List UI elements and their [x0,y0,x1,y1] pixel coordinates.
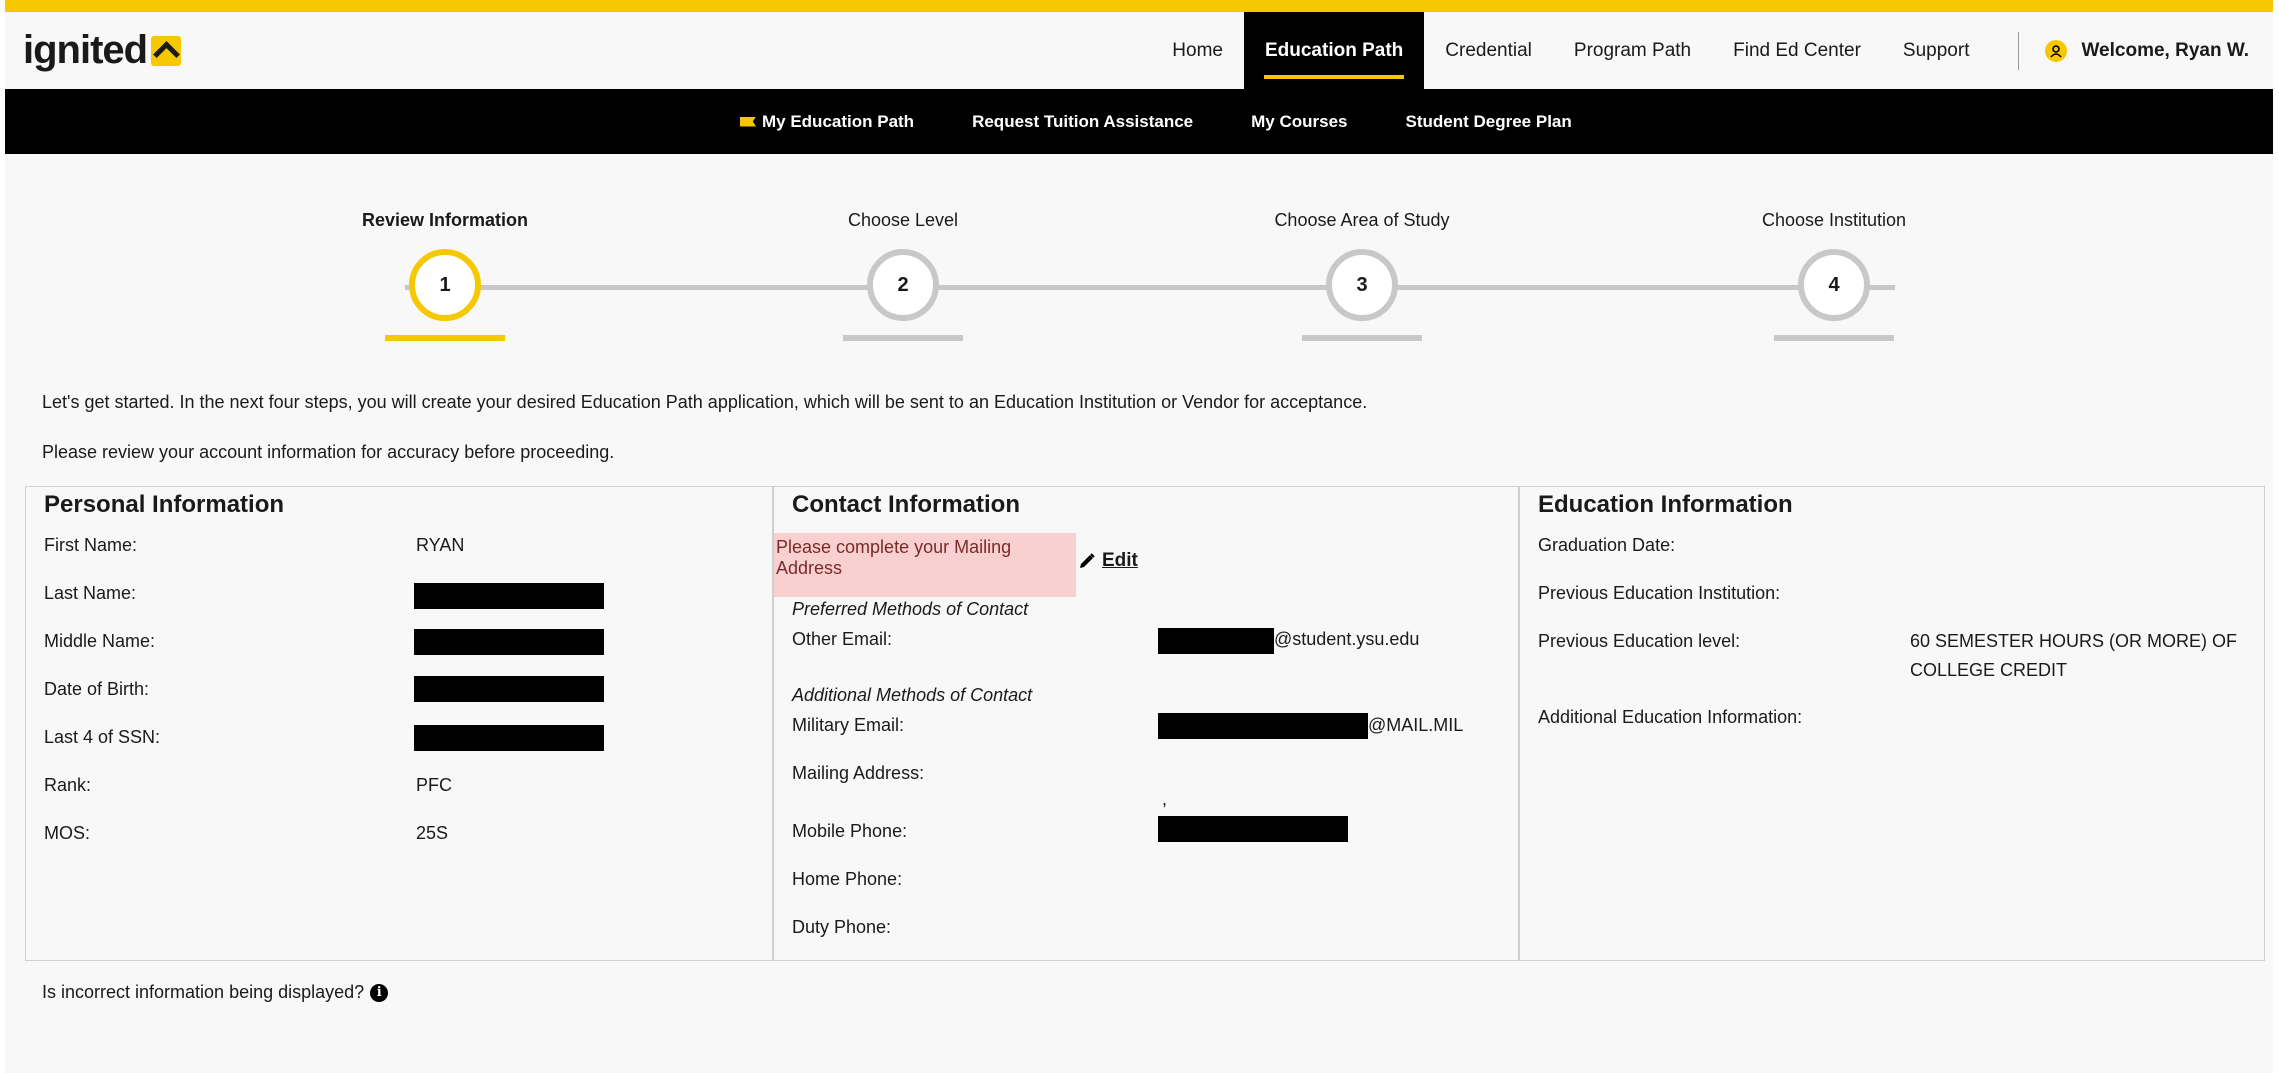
nav-program-path[interactable]: Program Path [1553,12,1712,89]
graduation-date-label: Graduation Date: [1538,535,1676,555]
redacted-other-email [1158,628,1274,654]
step-2[interactable]: Choose Level 2 [823,205,983,341]
mailing-address-warning: Please complete your Mailing Address [774,533,1076,597]
subnav-my-courses[interactable]: My Courses [1251,112,1347,132]
redacted-dob [414,676,604,702]
mos-value: 25S [416,823,449,843]
mos-label: MOS: [44,823,91,843]
other-email-domain: @student.ysu.edu [1274,629,1420,649]
nav-home[interactable]: Home [1151,12,1244,89]
page-frame: ignited Home Education Path Credential P… [5,0,2273,1073]
step-label: Choose Institution [1761,210,1907,230]
prev-level-label: Previous Education level: [1538,631,1741,651]
education-title: Education Information [1538,491,1793,518]
step-underline [843,335,963,341]
step-3[interactable]: Choose Area of Study 3 [1274,205,1450,341]
step-label: Choose Area of Study [1274,210,1450,230]
step-circle: 1 [409,249,481,321]
redacted-middle-name [414,629,604,655]
first-name-value: RYAN [416,535,465,555]
middle-name-label: Middle Name: [44,631,156,651]
nav-support[interactable]: Support [1882,12,1991,89]
redacted-mobile-phone [1158,816,1348,842]
edit-button[interactable]: Edit [1078,550,1138,572]
main-nav: Home Education Path Credential Program P… [1151,12,2273,89]
intro-text: Let's get started. In the next four step… [42,392,1368,412]
logo-text: ignited [23,28,148,72]
info-icon[interactable]: i [370,983,389,1002]
redacted-military-email [1158,713,1368,739]
nav-find-ed-center[interactable]: Find Ed Center [1712,12,1882,89]
redacted-ssn [414,725,604,751]
education-panel: Education Information Graduation Date: P… [1520,487,2264,960]
personal-title: Personal Information [44,491,285,518]
mailing-address-label: Mailing Address: [792,763,925,783]
flag-icon [740,116,756,127]
dob-label: Date of Birth: [44,679,150,699]
first-name-label: First Name: [44,535,138,555]
subnav-student-degree-plan[interactable]: Student Degree Plan [1406,112,1572,132]
nav-education-path[interactable]: Education Path [1243,12,1425,89]
prev-level-value-line2: COLLEGE CREDIT [1910,660,2068,680]
step-circle: 2 [867,249,939,321]
step-label: Review Information [361,210,529,230]
welcome-text: Welcome, Ryan W. [2081,39,2249,61]
subnav-label: My Education Path [762,111,915,131]
step-underline [1774,335,1894,341]
review-instruction: Please review your account information f… [42,442,615,462]
pencil-icon [1080,553,1095,568]
last-name-label: Last Name: [44,583,137,603]
additional-methods-heading: Additional Methods of Contact [792,685,1033,705]
contact-title: Contact Information [792,491,1020,518]
edit-label: Edit [1102,550,1138,571]
logo-mark-icon [151,35,182,66]
step-circle: 4 [1798,249,1870,321]
top-accent-bar [5,0,2273,12]
rank-value: PFC [416,775,452,795]
preferred-methods-heading: Preferred Methods of Contact [792,599,1029,619]
step-underline [385,335,505,341]
rank-label: Rank: [44,775,92,795]
incorrect-info-text: Is incorrect information being displayed… [42,982,365,1002]
military-email-domain: @MAIL.MIL [1368,715,1464,735]
step-underline [1302,335,1422,341]
step-1[interactable]: Review Information 1 [362,205,528,341]
incorrect-info-question: Is incorrect information being displayed… [42,982,389,1003]
contact-panel: Contact Information Please complete your… [774,487,1520,960]
duty-phone-label: Duty Phone: [792,917,892,937]
prev-institution-label: Previous Education Institution: [1538,583,1781,603]
logo[interactable]: ignited [23,28,182,73]
mobile-phone-label: Mobile Phone: [792,821,908,841]
prev-level-value-line1: 60 SEMESTER HOURS (OR MORE) OF [1910,631,2238,651]
step-label: Choose Level [847,210,959,230]
home-phone-label: Home Phone: [792,869,903,889]
stepper: Review Information 1 Choose Level 2 Choo… [5,205,2273,355]
user-menu[interactable]: Welcome, Ryan W. [2045,39,2273,62]
military-email-label: Military Email: [792,715,905,735]
subnav-my-education-path[interactable]: My Education Path [740,112,914,132]
mailing-address-value: , [1162,789,1168,809]
redacted-last-name [414,583,604,609]
ssn-label: Last 4 of SSN: [44,727,161,747]
personal-panel: Personal Information First Name: RYAN La… [26,487,774,960]
nav-credential[interactable]: Credential [1424,12,1553,89]
stepper-line [405,285,1895,290]
other-email-label: Other Email: [792,629,893,649]
nav-divider [2018,31,2020,70]
info-panels: Personal Information First Name: RYAN La… [25,486,2265,961]
subnav-request-tuition-assistance[interactable]: Request Tuition Assistance [972,112,1193,132]
header: ignited Home Education Path Credential P… [5,12,2273,89]
sub-nav: My Education Path Request Tuition Assist… [5,89,2273,154]
user-icon [2045,39,2068,62]
additional-education-label: Additional Education Information: [1538,707,1803,727]
step-4[interactable]: Choose Institution 4 [1754,205,1914,341]
step-circle: 3 [1326,249,1398,321]
